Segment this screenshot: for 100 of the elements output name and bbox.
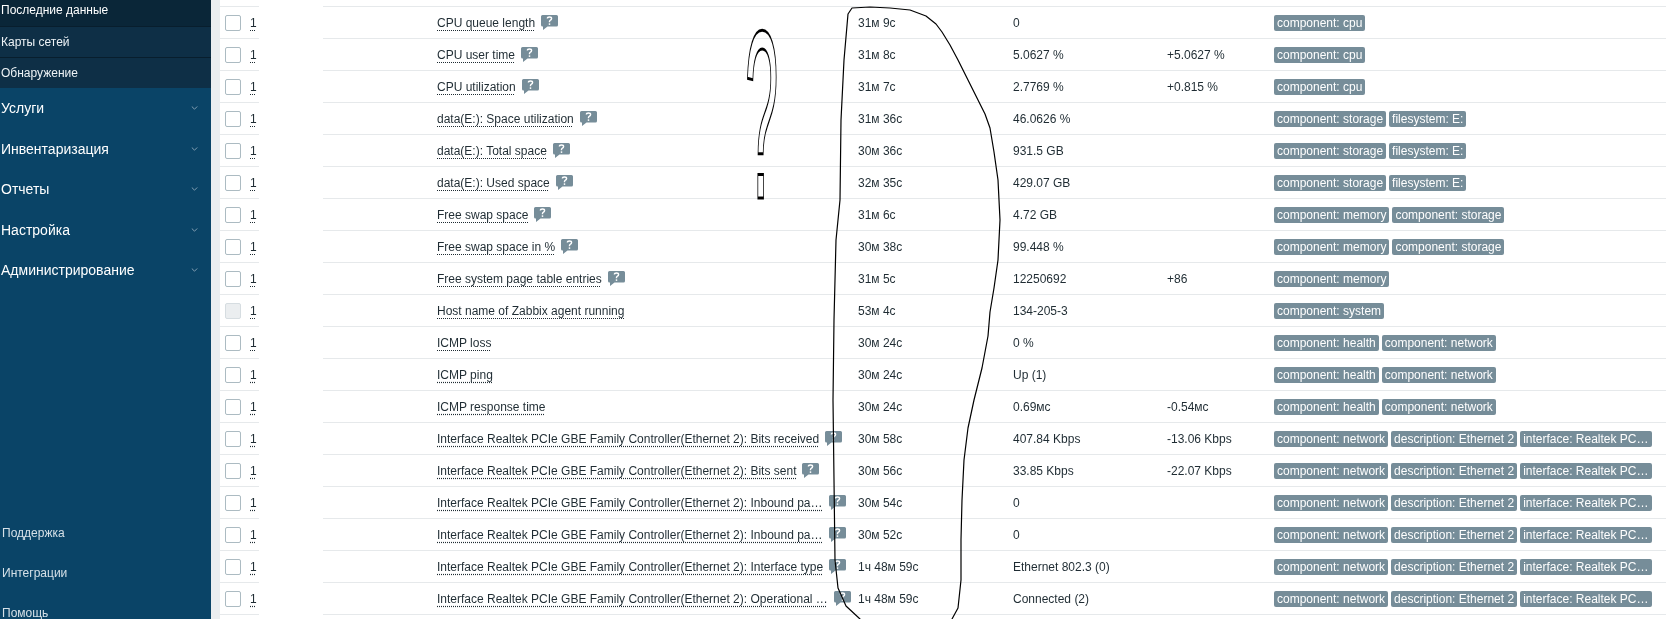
host-link[interactable]: 1 <box>250 239 257 254</box>
row-checkbox[interactable] <box>225 494 241 511</box>
change-cell: +86 <box>1167 271 1188 286</box>
last-check-cell: 30м 38с <box>858 239 903 254</box>
menu-item[interactable]: Инвентаризация <box>0 128 211 169</box>
item-name-link[interactable]: data(E:): Total space <box>437 143 547 158</box>
last-value-cell: 0 <box>1013 15 1020 30</box>
host-link[interactable]: 1 <box>250 15 257 30</box>
row-checkbox[interactable] <box>225 398 241 415</box>
menu-item[interactable]: Отчеты <box>0 169 211 210</box>
help-icon[interactable] <box>825 431 843 446</box>
last-value-cell: 5.0627 % <box>1013 47 1064 62</box>
menu-item[interactable]: Администрирование <box>0 250 211 291</box>
item-name-link[interactable]: Interface Realtek PCIe GBE Family Controller(Ethernet 2): Operational … <box>437 591 828 606</box>
last-check-cell: 30м 58с <box>858 431 903 446</box>
menu-item[interactable]: Услуги <box>0 88 211 129</box>
row-checkbox[interactable] <box>225 142 241 159</box>
host-link[interactable]: 1 <box>250 111 257 126</box>
item-name-link[interactable]: CPU utilization <box>437 79 516 94</box>
last-value-cell: 0 <box>1013 495 1020 510</box>
row-checkbox[interactable] <box>225 462 241 479</box>
help-icon[interactable] <box>828 527 846 542</box>
item-name-link[interactable]: Free swap space in % <box>437 239 556 254</box>
item-name-link[interactable]: Interface Realtek PCIe GBE Family Controller(Ethernet 2): Interface type <box>437 559 824 574</box>
last-check-cell: 53м 4с <box>858 303 896 318</box>
host-link[interactable]: 1 <box>250 367 257 382</box>
submenu-item[interactable]: Последние данные <box>0 0 211 26</box>
row-checkbox[interactable] <box>225 430 241 447</box>
last-value-cell: Connected (2) <box>1013 591 1090 606</box>
last-value-cell: 407.84 Kbps <box>1013 431 1081 446</box>
row-checkbox[interactable] <box>225 110 241 127</box>
item-name-link[interactable]: CPU queue length <box>437 15 536 30</box>
last-check-cell: 1ч 48м 59с <box>858 591 919 606</box>
row-checkbox[interactable] <box>225 526 241 543</box>
item-name-link[interactable]: Free swap space <box>437 207 529 222</box>
last-check-cell: 31м 6с <box>858 207 896 222</box>
item-name-link[interactable]: ICMP ping <box>437 367 493 382</box>
last-check-cell: 30м 36с <box>858 143 903 158</box>
item-name-link[interactable]: Interface Realtek PCIe GBE Family Controller(Ethernet 2): Bits received <box>437 431 820 446</box>
row-checkbox[interactable] <box>225 590 241 607</box>
last-value-cell: 134-205-3 <box>1013 303 1068 318</box>
row-checkbox[interactable] <box>225 270 241 287</box>
handwritten-question-mark: ? <box>745 20 779 210</box>
change-cell: -22.07 Kbps <box>1167 463 1232 478</box>
host-link[interactable]: 1 <box>250 591 257 606</box>
row-checkbox[interactable] <box>225 14 241 31</box>
submenu-item[interactable]: Обнаружение <box>0 57 211 88</box>
last-value-cell: 2.7769 % <box>1013 79 1064 94</box>
last-value-cell: 4.72 GB <box>1013 207 1058 222</box>
item-name-link[interactable]: Interface Realtek PCIe GBE Family Controller(Ethernet 2): Inbound pa… <box>437 527 823 542</box>
item-name-link[interactable]: CPU user time <box>437 47 516 62</box>
host-link[interactable]: 1 <box>250 335 257 350</box>
host-link[interactable]: 1 <box>250 143 257 158</box>
host-link[interactable]: 1 <box>250 175 257 190</box>
last-check-cell: 30м 24с <box>858 399 903 414</box>
help-icon[interactable] <box>829 559 847 574</box>
change-cell: -0.54мс <box>1167 399 1209 414</box>
item-name-link[interactable]: Interface Realtek PCIe GBE Family Controller(Ethernet 2): Inbound pa… <box>437 495 823 510</box>
last-value-cell: Ethernet 802.3 (0) <box>1013 559 1110 574</box>
last-check-cell: 30м 54с <box>858 495 903 510</box>
row-checkbox[interactable] <box>225 78 241 95</box>
host-link[interactable]: 1 <box>250 271 257 286</box>
help-icon[interactable] <box>833 591 851 606</box>
last-check-cell: 32м 35с <box>858 175 903 190</box>
help-icon[interactable] <box>828 495 846 510</box>
row-checkbox[interactable] <box>225 46 241 63</box>
menu-item[interactable]: Помощь <box>0 593 211 619</box>
row-checkbox[interactable] <box>225 366 241 383</box>
host-link[interactable]: 1 <box>250 79 257 94</box>
host-link[interactable]: 1 <box>250 463 257 478</box>
item-name-link[interactable]: Interface Realtek PCIe GBE Family Controller(Ethernet 2): Bits sent <box>437 463 797 478</box>
host-link[interactable]: 1 <box>250 47 257 62</box>
last-value-cell: 931.5 GB <box>1013 143 1064 158</box>
row-checkbox[interactable] <box>225 558 241 575</box>
row-checkbox[interactable] <box>225 334 241 351</box>
row-checkbox[interactable] <box>225 174 241 191</box>
last-value-cell: 0.69мс <box>1013 399 1051 414</box>
menu-item[interactable]: Интеграции <box>0 553 211 593</box>
row-checkbox[interactable] <box>225 206 241 223</box>
item-name-link[interactable]: data(E:): Space utilization <box>437 111 574 126</box>
menu-item[interactable]: Поддержка <box>0 513 211 553</box>
last-check-cell: 31м 5с <box>858 271 896 286</box>
host-link[interactable]: 1 <box>250 495 257 510</box>
item-name-link[interactable]: data(E:): Used space <box>437 175 550 190</box>
host-link[interactable]: 1 <box>250 399 257 414</box>
last-check-cell: 30м 24с <box>858 335 903 350</box>
host-link[interactable]: 1 <box>250 559 257 574</box>
submenu-item[interactable]: Карты сетей <box>0 26 211 57</box>
item-name-link[interactable]: ICMP response time <box>437 399 546 414</box>
host-link[interactable]: 1 <box>250 431 257 446</box>
item-name-link[interactable]: Free system page table entries <box>437 271 602 286</box>
last-value-cell: 12250692 <box>1013 271 1067 286</box>
host-link[interactable]: 1 <box>250 527 257 542</box>
item-name-link[interactable]: ICMP loss <box>437 335 492 350</box>
menu-item[interactable]: Настройка <box>0 209 211 250</box>
last-value-cell: 429.07 GB <box>1013 175 1071 190</box>
row-checkbox[interactable] <box>225 238 241 255</box>
host-link[interactable]: 1 <box>250 207 257 222</box>
change-cell: -13.06 Kbps <box>1167 431 1232 446</box>
change-cell: +5.0627 % <box>1167 47 1225 62</box>
